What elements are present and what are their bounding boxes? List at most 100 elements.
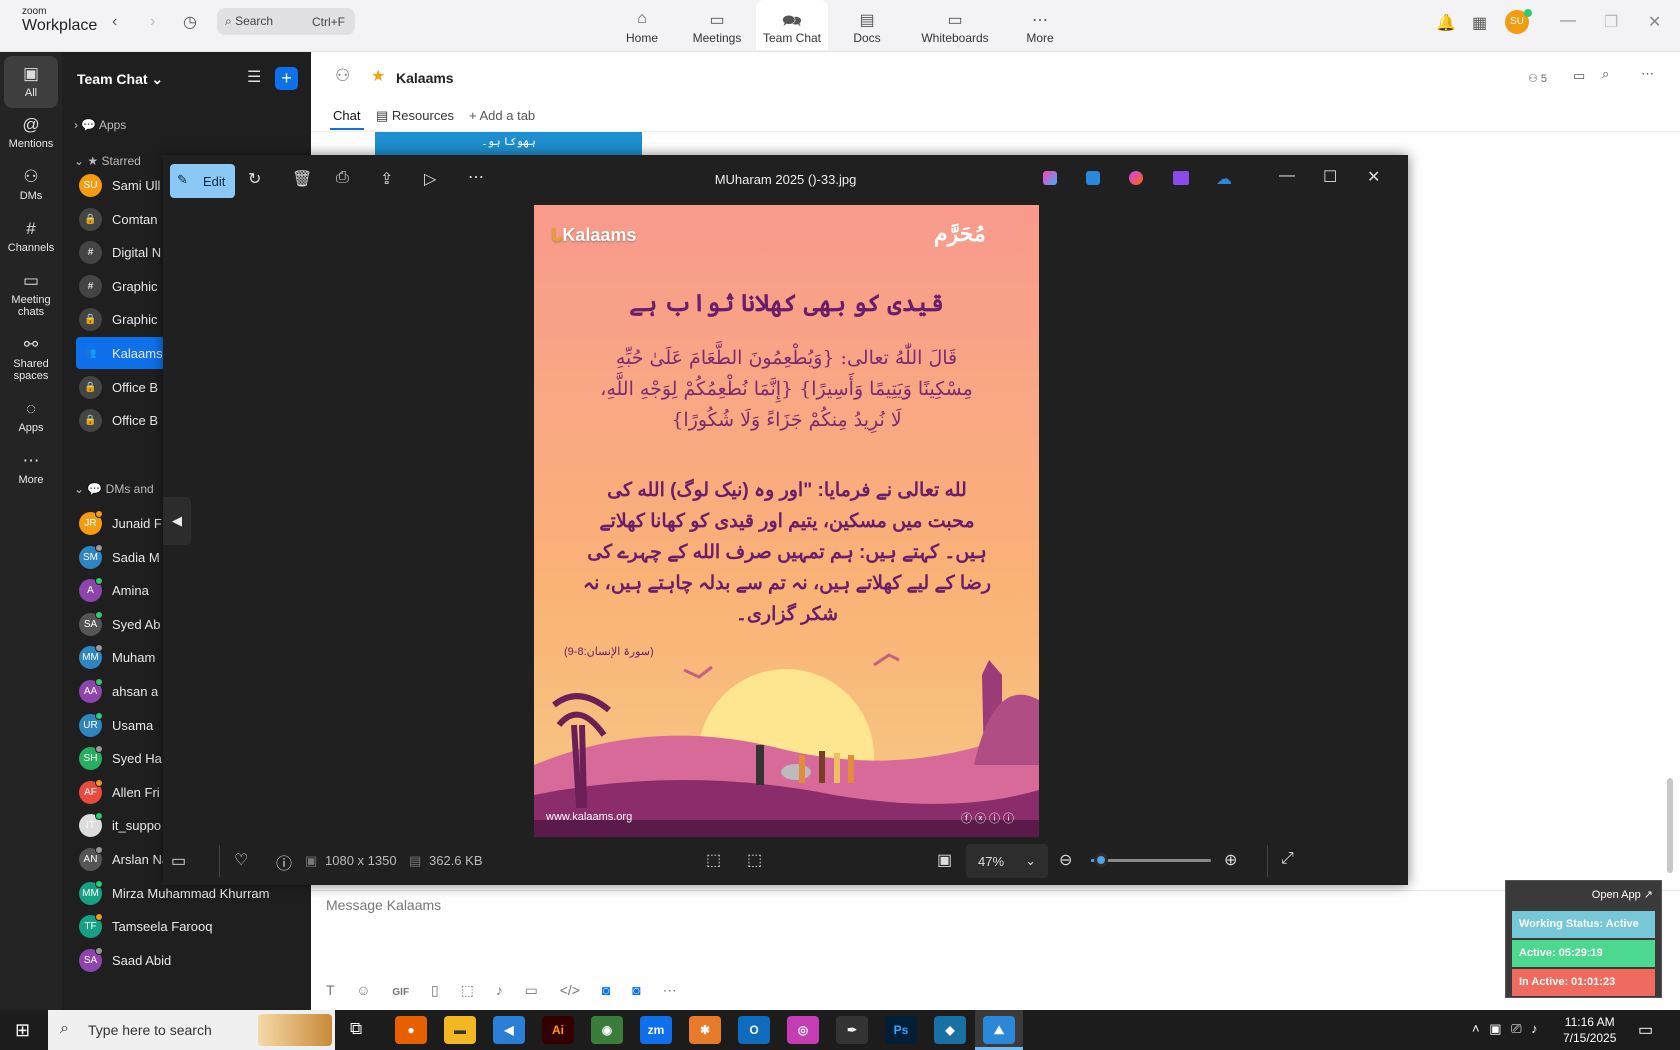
chrome-icon[interactable]: ◉ xyxy=(591,1016,623,1044)
onedrive-icon[interactable]: ☁ xyxy=(1216,169,1232,189)
viewer-close-icon[interactable]: ✕ xyxy=(1367,167,1380,187)
calendar-icon[interactable]: ▦ xyxy=(1472,13,1487,33)
app-icon-1[interactable]: ◙ xyxy=(602,982,610,998)
channel-title[interactable]: Kalaams xyxy=(396,70,454,86)
tab-whiteboards[interactable]: ▭ Whiteboards xyxy=(911,0,999,50)
zoom-select[interactable]: 47% ⌄ xyxy=(966,844,1048,878)
starred-section[interactable]: ⌄ ★ Starred xyxy=(74,154,141,168)
rail-all[interactable]: ▣ All xyxy=(4,56,58,108)
video-message-icon[interactable]: ▭ xyxy=(525,982,538,998)
photos-taskbar-button[interactable]: ⛰ xyxy=(975,1010,1023,1050)
sidebar-title[interactable]: Team Chat ⌄ xyxy=(77,71,163,88)
more-icon[interactable]: ⋯ xyxy=(663,982,677,998)
viewer-maximize-icon[interactable]: ☐ xyxy=(1323,167,1337,187)
minimize-icon[interactable]: — xyxy=(1560,12,1576,30)
text-extract-icon[interactable]: ⬚ xyxy=(747,850,762,870)
star-icon[interactable]: ★ xyxy=(371,66,385,86)
code-icon[interactable]: </> xyxy=(560,982,580,998)
rail-dms[interactable]: ⚇ DMs xyxy=(0,167,62,202)
network-icon[interactable]: ⎚ xyxy=(1511,1021,1521,1036)
chat-scrollbar[interactable] xyxy=(1667,778,1673,873)
taskbar-clock[interactable]: 11:16 AM 7/15/2025 xyxy=(1563,1014,1616,1046)
zoom-slider-thumb[interactable] xyxy=(1093,853,1108,867)
gif-icon[interactable]: GIF xyxy=(392,987,409,998)
dm-saad-abid[interactable]: SA Saad Abid xyxy=(76,944,311,976)
search-icon[interactable]: ⌕ xyxy=(1602,66,1609,82)
rail-shared-spaces[interactable]: ⚯ Shared spaces xyxy=(0,335,62,382)
app-icon-2[interactable]: ◙ xyxy=(632,982,640,998)
sidebar-item-label: Junaid F xyxy=(112,516,162,531)
tab-meetings[interactable]: ▭ Meetings xyxy=(679,0,755,50)
add-tab-button[interactable]: + Add a tab xyxy=(469,108,535,123)
mic-icon[interactable]: ♪ xyxy=(496,982,503,998)
filmstrip-icon[interactable]: ▭ xyxy=(171,851,186,871)
creative-cloud-icon[interactable]: ◎ xyxy=(787,1016,819,1044)
photoshop-icon[interactable]: Ps xyxy=(885,1016,917,1044)
pen-tool-icon[interactable]: ✒ xyxy=(836,1016,868,1044)
app-diamond-icon[interactable]: ◆ xyxy=(934,1016,966,1044)
message-input[interactable]: Message Kalaams xyxy=(326,897,441,913)
dm-tamseela-farooq[interactable]: TF Tamseela Farooq xyxy=(76,910,311,942)
rail-more[interactable]: ⋯ More xyxy=(0,451,62,486)
rail-channels[interactable]: # Channels xyxy=(0,219,62,254)
file-explorer-icon[interactable]: ▬ xyxy=(444,1016,476,1044)
history-icon[interactable]: ◷ xyxy=(183,12,197,32)
tab-chat[interactable]: Chat xyxy=(333,108,360,123)
task-view-icon[interactable]: ⧉ xyxy=(350,1019,362,1039)
outlook-icon[interactable]: O xyxy=(738,1016,770,1044)
tab-more[interactable]: ⋯ More xyxy=(1002,0,1078,50)
tab-resources[interactable]: ▤ Resources xyxy=(376,108,454,124)
close-icon[interactable]: ✕ xyxy=(1648,12,1661,32)
apps-section[interactable]: › 💬 Apps xyxy=(74,118,126,132)
fullscreen-icon[interactable]: ⤢ xyxy=(1281,850,1294,868)
copilot-icon[interactable] xyxy=(1043,171,1057,185)
bell-icon[interactable]: 🔔 xyxy=(1436,13,1456,33)
designer-icon[interactable] xyxy=(1086,171,1100,185)
volume-icon[interactable]: ♪ xyxy=(1531,1021,1538,1036)
back-icon[interactable]: ‹ xyxy=(112,13,117,31)
restore-icon[interactable]: ❐ xyxy=(1604,12,1618,32)
partial-message-image[interactable]: بھوکا ہو۔ xyxy=(375,132,642,156)
previous-image-button[interactable]: ◀ xyxy=(163,497,191,545)
member-count[interactable]: ⚇ 5 xyxy=(1528,72,1547,85)
filter-icon[interactable]: ☰ xyxy=(247,67,261,87)
chevron-up-icon[interactable]: ˄ xyxy=(1472,1021,1480,1036)
tab-team-chat[interactable]: 🗪 Team Chat xyxy=(756,0,828,50)
actual-size-icon[interactable]: ▣ xyxy=(937,850,952,870)
zoom-icon[interactable]: zm xyxy=(640,1016,672,1044)
file-icon[interactable]: ▯ xyxy=(431,982,439,998)
xampp-icon[interactable]: ✱ xyxy=(689,1016,721,1044)
zoom-out-icon[interactable]: ⊖ xyxy=(1059,850,1072,870)
dms-section[interactable]: ⌄ 💬 DMs and xyxy=(74,482,154,496)
emoji-icon[interactable]: ☺ xyxy=(356,982,370,998)
zoom-in-icon[interactable]: ⊕ xyxy=(1224,850,1237,870)
zoom-slider[interactable] xyxy=(1091,853,1211,867)
new-chat-button[interactable]: + xyxy=(275,67,298,90)
firefox-icon[interactable]: ● xyxy=(395,1016,427,1044)
info-icon[interactable]: ⓘ xyxy=(276,850,292,874)
rail-mentions[interactable]: @ Mentions xyxy=(0,115,62,150)
rail-apps[interactable]: ◌ Apps xyxy=(0,399,62,434)
visual-search-icon[interactable]: ⬚ xyxy=(706,850,721,870)
notification-icon[interactable]: ▭ xyxy=(1638,1020,1653,1040)
favorite-icon[interactable]: ♡ xyxy=(234,850,248,870)
more-options-icon[interactable]: ⋯ xyxy=(1641,66,1654,82)
windows-start-icon[interactable]: ⊞ xyxy=(15,1020,30,1041)
screenshot-icon[interactable]: ⬚ xyxy=(461,982,474,998)
avatar: 🔒 xyxy=(79,375,102,399)
tab-docs[interactable]: ▤ Docs xyxy=(829,0,905,50)
vscode-icon[interactable]: ◀ xyxy=(493,1016,525,1044)
illustrator-icon[interactable]: Ai xyxy=(542,1016,574,1044)
tray-app-icon[interactable]: ▣ xyxy=(1489,1021,1501,1036)
clipchamp-icon[interactable] xyxy=(1129,171,1143,185)
people-icon: ⚇ xyxy=(23,167,39,186)
open-app-link[interactable]: Open App ↗ xyxy=(1592,888,1653,901)
forward-icon[interactable]: › xyxy=(150,13,155,31)
text-format-icon[interactable]: T xyxy=(326,982,334,998)
video-editor-icon[interactable] xyxy=(1173,171,1189,185)
viewer-minimize-icon[interactable]: — xyxy=(1279,167,1295,185)
video-call-icon[interactable]: ▭ xyxy=(1573,68,1585,84)
rail-meeting-chats[interactable]: ▭ Meeting chats xyxy=(0,271,62,318)
search-input[interactable]: ⌕ Search Ctrl+F xyxy=(217,8,355,35)
tab-home[interactable]: ⌂ Home xyxy=(604,0,680,50)
